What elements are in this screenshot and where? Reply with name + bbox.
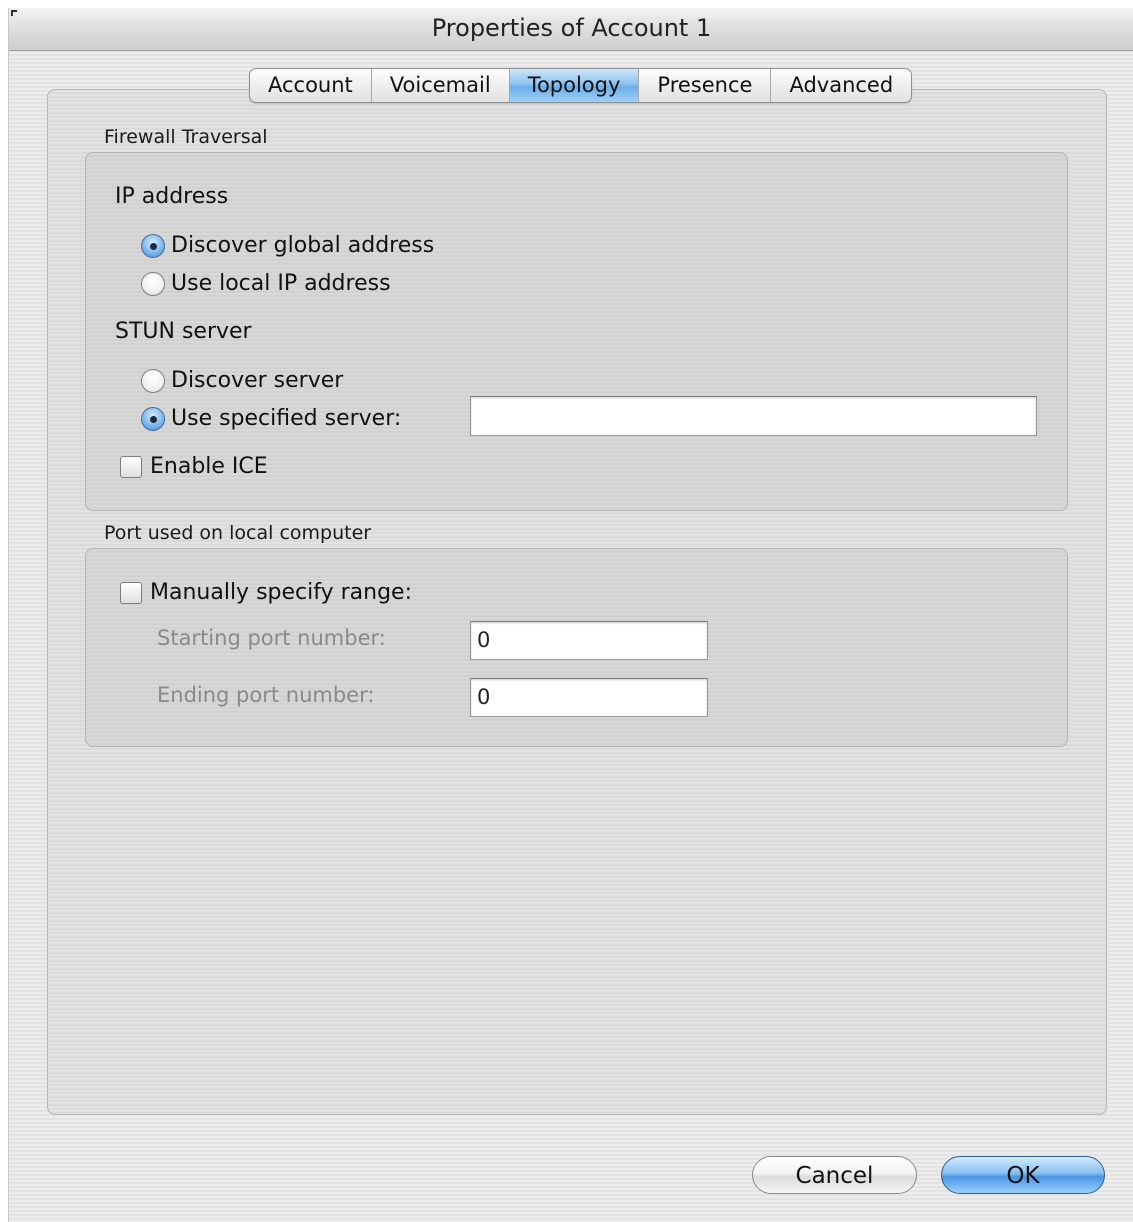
starting-port-label: Starting port number: [157, 626, 386, 650]
port-section-label: Port used on local computer [104, 522, 372, 544]
radio-unselected-icon[interactable] [141, 271, 165, 296]
discover-server-label: Discover server [171, 368, 344, 393]
tab-advanced[interactable]: Advanced [771, 69, 911, 102]
tab-topology[interactable]: Topology [509, 69, 640, 102]
title-bar[interactable]: Properties of Account 1 [9, 8, 1133, 51]
firewall-section-label: Firewall Traversal [104, 126, 268, 148]
starting-port-input[interactable]: 0 [470, 621, 708, 660]
radio-unselected-icon[interactable] [141, 368, 165, 393]
discover-global-address-label: Discover global address [171, 233, 435, 258]
tab-presence[interactable]: Presence [639, 69, 772, 102]
stun-server-input[interactable] [470, 396, 1037, 436]
radio-selected-icon[interactable] [141, 233, 165, 258]
use-specified-server-label: Use specified server: [171, 406, 402, 431]
use-local-ip-option[interactable]: Use local IP address [141, 271, 391, 296]
tab-account[interactable]: Account [250, 69, 372, 102]
ok-button[interactable]: OK [941, 1156, 1105, 1194]
tab-voicemail[interactable]: Voicemail [372, 69, 510, 102]
ip-address-label: IP address [115, 184, 229, 209]
discover-global-address-option[interactable]: Discover global address [141, 233, 434, 258]
manual-range-option[interactable]: Manually specify range: [120, 580, 412, 605]
tab-bar: Account Voicemail Topology Presence Adva… [249, 68, 913, 103]
manual-range-label: Manually specify range: [150, 580, 412, 605]
enable-ice-option[interactable]: Enable ICE [120, 454, 268, 479]
use-specified-server-option[interactable]: Use specified server: [141, 406, 401, 431]
enable-ice-label: Enable ICE [150, 454, 268, 479]
use-local-ip-label: Use local IP address [171, 271, 391, 296]
ending-port-label: Ending port number: [157, 683, 375, 707]
checkbox-icon[interactable] [120, 581, 142, 604]
window-title: Properties of Account 1 [431, 14, 712, 42]
stun-server-label: STUN server [115, 319, 252, 344]
ending-port-input[interactable]: 0 [470, 678, 708, 717]
radio-selected-icon[interactable] [141, 406, 165, 431]
discover-server-option[interactable]: Discover server [141, 368, 343, 393]
properties-window: Properties of Account 1 Account Voicemai… [8, 8, 1133, 1222]
checkbox-icon[interactable] [120, 455, 142, 478]
cancel-button[interactable]: Cancel [752, 1156, 917, 1194]
